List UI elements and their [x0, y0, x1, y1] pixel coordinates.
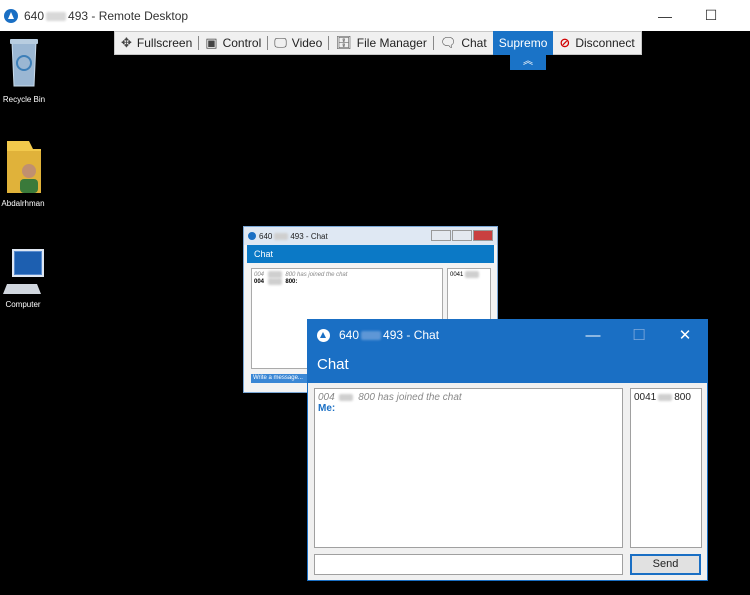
minimize-button[interactable]: — [642, 0, 688, 31]
chat-title-prefix: 640 [339, 328, 360, 342]
user-list-item: 0041 800 [634, 392, 698, 403]
user-prefix: 0041 [634, 392, 657, 403]
recycle-bin-icon [10, 39, 38, 87]
joined-message: 004 800 has joined the chat [318, 392, 619, 403]
remote-sender-prefix: 004 [254, 279, 265, 286]
disconnect-button[interactable]: ⊘ Disconnect [553, 32, 640, 54]
redacted-id [267, 271, 282, 278]
supremo-logo-icon [317, 328, 330, 342]
window-titlebar: 640 493 - Remote Desktop — ☐ [0, 0, 750, 31]
monitor-icon: 🖵 [274, 35, 287, 50]
remote-sender-line: 004 800: [254, 278, 440, 285]
user-folder-label: Abdalrhman [1, 199, 45, 208]
redacted-id [658, 393, 673, 401]
window-title: 640 493 - Remote Desktop [24, 9, 188, 23]
desktop-icon-recycle-bin[interactable]: Recycle Bin [0, 36, 54, 104]
chat-label: Chat [461, 36, 487, 50]
joined-prefix: 004 [318, 392, 335, 403]
supremo-logo-icon [4, 8, 18, 23]
send-button[interactable]: Send [630, 554, 701, 575]
remote-close-button[interactable] [473, 230, 493, 241]
desktop-icon-user-folder[interactable]: Abdalrhman [0, 137, 53, 208]
file-manager-button[interactable]: 🗄 File Manager [329, 32, 433, 54]
remote-minimize-button[interactable] [431, 230, 451, 241]
video-label: Video [291, 36, 323, 50]
remote-sender-suffix: 800: [285, 279, 298, 286]
desktop-icon-computer[interactable]: Computer [0, 246, 53, 309]
me-label: Me: [318, 403, 336, 414]
control-button[interactable]: ▣ Control [199, 32, 267, 54]
supremo-menu-button[interactable]: Supremo [492, 31, 554, 55]
remote-chat-title-prefix: 640 [259, 231, 273, 241]
recycle-bin-label: Recycle Bin [2, 95, 46, 104]
user-folder-icon [6, 141, 41, 193]
file-manager-icon: 🗄 [335, 35, 352, 50]
collapse-toolbar-button[interactable]: ︽ [510, 55, 546, 70]
chat-header: Chat [308, 350, 707, 383]
computer-icon [2, 249, 44, 294]
remote-chat-window-controls [431, 230, 493, 241]
maximize-button[interactable]: ☐ [688, 0, 734, 31]
file-manager-label: File Manager [356, 36, 427, 50]
chat-title-suffix: 493 - Chat [383, 328, 440, 342]
remote-joined-message: 004 800 has joined the chat [254, 271, 440, 278]
redacted-id [339, 393, 354, 401]
chat-user-list: 0041 800 [630, 388, 702, 548]
chat-minimize-button[interactable]: — [570, 320, 616, 350]
chat-button[interactable]: 🗨 Chat [434, 32, 493, 54]
video-button[interactable]: 🖵 Video [268, 32, 328, 54]
disconnect-label: Disconnect [575, 36, 635, 50]
remote-maximize-button[interactable] [452, 230, 472, 241]
disconnect-icon: ⊘ [559, 35, 571, 50]
chat-maximize-button[interactable]: ☐ [616, 320, 662, 350]
remote-chat-header: Chat [247, 245, 494, 263]
chat-close-button[interactable]: ✕ [662, 320, 708, 350]
chat-titlebar: 640 493 - Chat — ☐ ✕ [308, 320, 707, 350]
remote-chat-titlebar: 640 493 - Chat [244, 227, 497, 245]
supremo-label: Supremo [498, 36, 548, 50]
chat-window: 640 493 - Chat — ☐ ✕ Chat 004 800 has joi… [307, 319, 708, 581]
remote-user-item: 0041 [450, 272, 464, 279]
redacted-id [46, 11, 67, 21]
redacted-id [465, 271, 480, 278]
fullscreen-button[interactable]: ✥ Fullscreen [115, 32, 198, 54]
joined-suffix: 800 has joined the chat [358, 392, 462, 403]
window-title-prefix: 640 [24, 8, 45, 23]
remote-chat-title-suffix: 493 - Chat [290, 231, 328, 241]
control-icon: ▣ [205, 35, 218, 50]
fullscreen-label: Fullscreen [136, 36, 193, 50]
redacted-id [274, 232, 289, 240]
supremo-logo-icon [248, 232, 256, 240]
window-title-suffix: 493 - Remote Desktop [68, 8, 189, 23]
control-label: Control [222, 36, 262, 50]
chat-message-input[interactable] [314, 554, 623, 575]
move-icon: ✥ [121, 35, 132, 50]
redacted-id [267, 278, 282, 286]
chat-messages: 004 800 has joined the chat Me: [314, 388, 623, 548]
computer-label: Computer [5, 300, 41, 309]
remote-toolbar: ✥ Fullscreen ▣ Control 🖵 Video 🗄 File Ma… [114, 31, 642, 55]
redacted-id [361, 330, 382, 340]
chat-icon: 🗨 [439, 35, 457, 50]
user-suffix: 800 [674, 392, 691, 403]
